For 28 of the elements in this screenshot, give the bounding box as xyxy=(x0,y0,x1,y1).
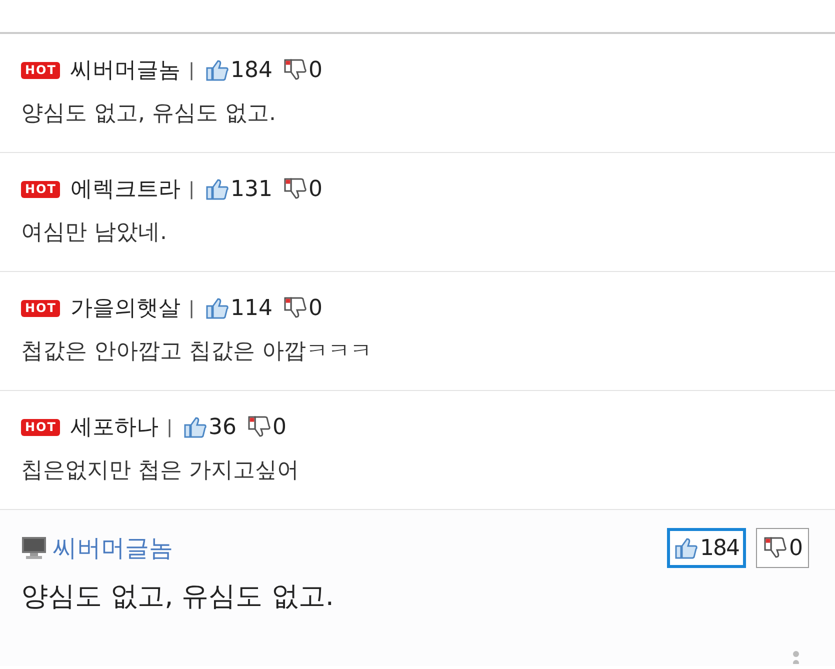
dislike-count: 0 xyxy=(272,414,287,440)
comment-text: 칩은없지만 첩은 가지고싶어 xyxy=(21,457,300,485)
hot-badge: HOT xyxy=(21,300,60,316)
author-name: 씨버머글놈 xyxy=(70,57,180,85)
comment-text: 여심만 남았네. xyxy=(21,219,168,247)
dislike-count: 0 xyxy=(308,296,323,320)
like-count: 131 xyxy=(230,176,273,202)
author-name: 세포하나 xyxy=(70,414,158,442)
like-count: 114 xyxy=(230,296,273,320)
hot-badge: HOT xyxy=(21,418,60,436)
author-link[interactable]: 씨버머글놈 xyxy=(53,532,173,564)
like-button[interactable]: 184 xyxy=(667,528,746,568)
separator: | xyxy=(166,416,173,438)
hot-badge: HOT xyxy=(21,180,60,198)
like-count: 184 xyxy=(230,58,273,82)
comment-text: 양심도 없고, 유심도 없고. xyxy=(21,100,277,128)
dislike-count: 0 xyxy=(308,58,323,82)
dislike-button[interactable]: 0 xyxy=(756,528,809,568)
separator: | xyxy=(188,298,195,318)
hot-badge: HOT xyxy=(21,62,60,78)
comment-text: 양심도 없고, 유심도 없고. xyxy=(21,580,335,614)
separator: | xyxy=(188,178,195,200)
separator: | xyxy=(188,60,195,80)
dislike-count: 0 xyxy=(308,176,323,202)
author-name: 에렉크트라 xyxy=(70,176,180,204)
like-count: 36 xyxy=(208,414,237,440)
author-name: 가을의햇살 xyxy=(70,295,180,323)
comment-text: 첩값은 안아깝고 칩값은 아깝ㅋㅋㅋ xyxy=(21,338,373,366)
